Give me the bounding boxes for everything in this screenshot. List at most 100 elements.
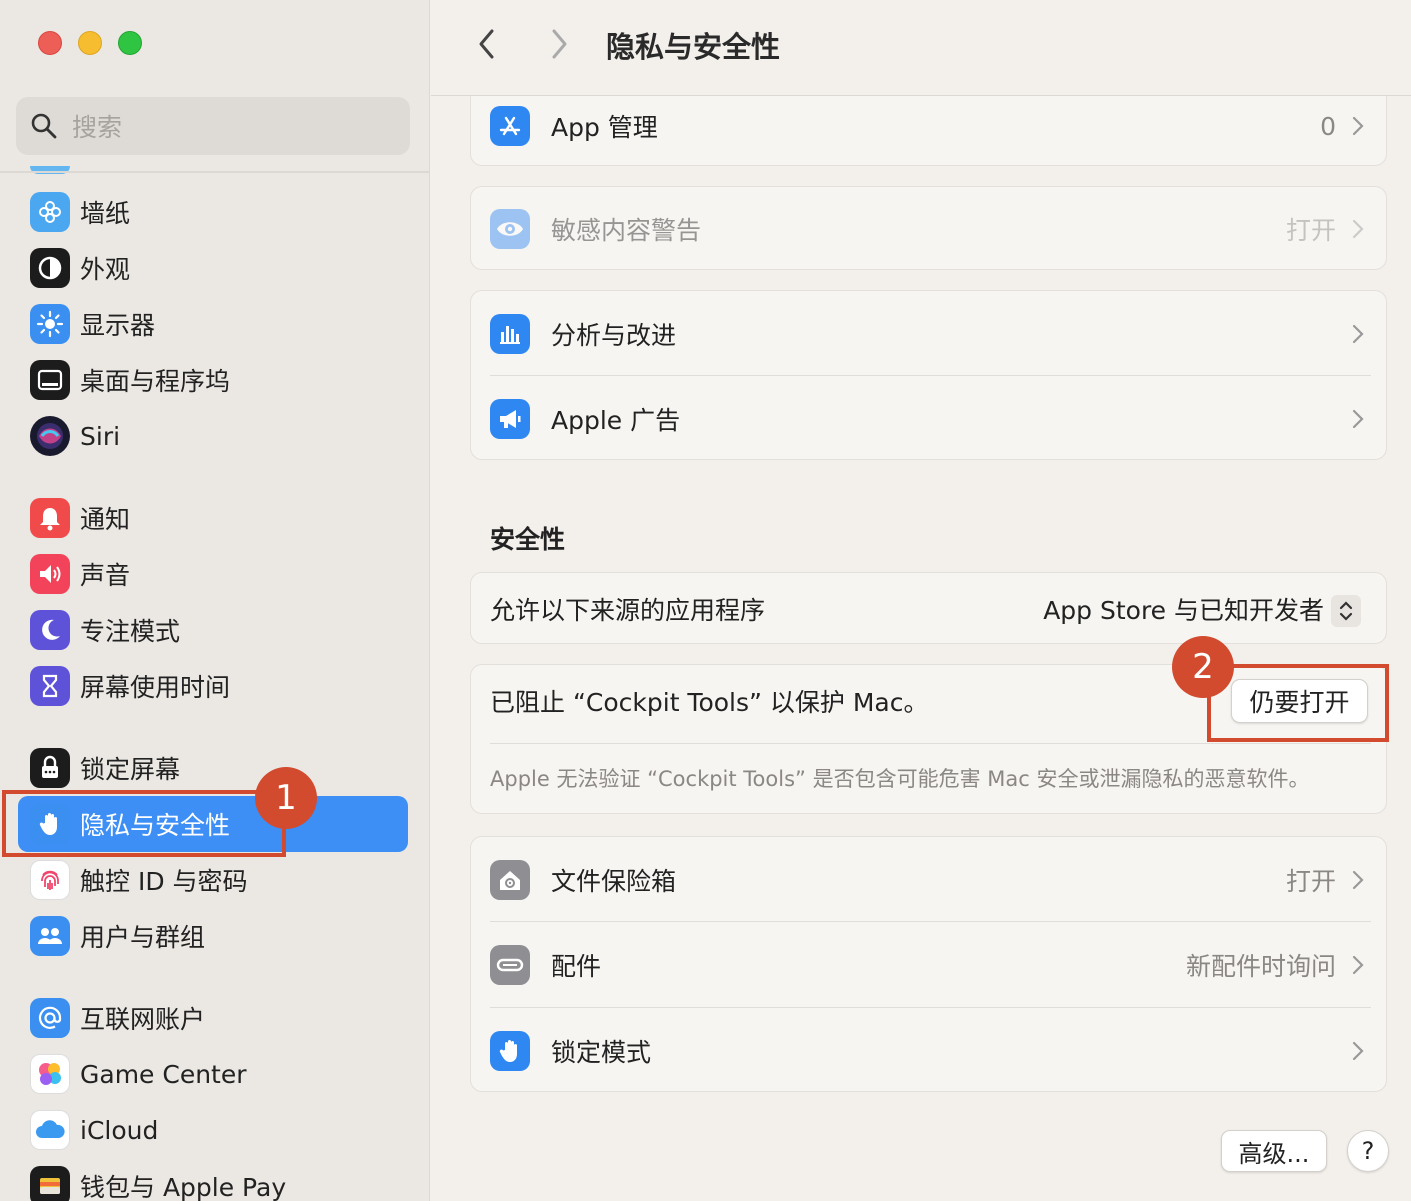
chevron-right-icon [1352,409,1364,429]
zoom-window-button[interactable] [118,31,142,55]
desktop-dock-icon [30,360,70,400]
allow-apps-label: 允许以下来源的应用程序 [490,596,766,625]
chevron-right-icon [1352,116,1364,136]
row-label: 锁定模式 [551,1038,652,1067]
house-safe-icon [490,860,530,900]
sidebar-item-siri[interactable]: Siri [18,408,408,464]
security-options-card: 文件保险箱 打开 配件 新配件时询问 锁定模式 [470,836,1387,1092]
sidebar-item-label: 通知 [80,505,131,534]
forward-button[interactable] [541,26,577,62]
sidebar-item-sound[interactable]: 声音 [18,546,408,602]
hand-icon [490,1031,530,1071]
sidebar-item-game-center[interactable]: Game Center [18,1046,408,1102]
sidebar-item-display[interactable]: 显示器 [18,296,408,352]
moon-icon [30,610,70,650]
file-vault-row[interactable]: 文件保险箱 打开 [471,837,1388,923]
sidebar-item-label: 互联网账户 [80,1005,206,1034]
hourglass-icon [30,666,70,706]
row-value: 打开 [1285,867,1336,896]
back-button[interactable] [469,26,505,62]
blocked-app-hint: Apple 无法验证 “Cockpit Tools” 是否包含可能危害 Mac … [490,767,1310,791]
icloud-icon [30,1110,70,1150]
sidebar-item-icloud[interactable]: iCloud [18,1102,408,1158]
annotation-box-1 [2,790,286,857]
sidebar-item-label: 显示器 [80,311,156,340]
sidebar-item-internet-accounts[interactable]: 互联网账户 [18,990,408,1046]
window-controls [38,31,142,55]
speaker-icon [30,554,70,594]
sidebar-item-label: 用户与群组 [80,923,206,952]
sidebar-item-wallet[interactable]: 钱包与 Apple Pay [18,1158,408,1201]
sidebar-item-label: 屏幕使用时间 [80,673,231,702]
sensitive-content-card: 敏感内容警告 打开 [470,186,1387,270]
analytics-ads-card: 分析与改进 Apple 广告 [470,290,1387,460]
apple-ads-row[interactable]: Apple 广告 [471,376,1388,462]
sidebar: 搜索 墙纸 外观 显示器 桌面与程序坞 Siri 通知 声音 专注模式 屏幕使用… [0,0,430,1201]
sidebar-item-label: 外观 [80,255,131,284]
sidebar-item-notifications[interactable]: 通知 [18,490,408,546]
lockdown-mode-row[interactable]: 锁定模式 [471,1008,1388,1094]
lock-icon [30,748,70,788]
sidebar-item-label: 钱包与 Apple Pay [80,1173,287,1201]
siri-icon [30,416,70,456]
row-divider [490,743,1371,744]
sidebar-item-users-groups[interactable]: 用户与群组 [18,908,408,964]
sidebar-item-label: Siri [80,421,121,451]
appearance-icon [30,248,70,288]
help-button[interactable]: ? [1347,1130,1389,1172]
sidebar-divider [0,171,430,173]
toolbar: 隐私与安全性 [431,0,1411,96]
bar-chart-icon [490,314,530,354]
sidebar-item-focus[interactable]: 专注模式 [18,602,408,658]
chevron-right-icon [1352,324,1364,344]
search-field[interactable]: 搜索 [16,97,410,155]
sidebar-item-touch-id[interactable]: 触控 ID 与密码 [18,852,408,908]
usb-c-icon [490,945,530,985]
chevron-right-icon [1352,219,1364,239]
advanced-button[interactable]: 高级... [1221,1130,1327,1172]
row-label: 敏感内容警告 [551,216,702,245]
sidebar-item-label: 触控 ID 与密码 [80,867,248,896]
chevron-right-icon [1352,1041,1364,1061]
annotation-badge-1: 1 [255,767,317,829]
main-pane: 隐私与安全性 App 管理 0 敏感内容警告 打开 分析与改进 Apple 广告… [431,0,1411,1201]
sidebar-item-screen-time[interactable]: 屏幕使用时间 [18,658,408,714]
minimize-window-button[interactable] [78,31,102,55]
search-icon [31,113,57,139]
row-label: App 管理 [551,113,658,142]
close-window-button[interactable] [38,31,62,55]
search-placeholder: 搜索 [72,113,123,142]
annotation-box-2 [1207,664,1389,742]
page-title: 隐私与安全性 [606,30,781,64]
sensitive-content-row[interactable]: 敏感内容警告 打开 [471,186,1388,272]
row-value: 新配件时询问 [1185,952,1336,981]
megaphone-icon [490,399,530,439]
allow-apps-value[interactable]: App Store 与已知开发者 [1043,591,1324,627]
blocked-app-text: 已阻止 “Cockpit Tools” 以保护 Mac。 [490,688,929,717]
app-store-icon [490,106,530,146]
sidebar-item-label: 专注模式 [80,617,181,646]
annotation-badge-2: 2 [1172,636,1234,698]
fingerprint-icon [30,860,70,900]
sidebar-item-appearance[interactable]: 外观 [18,240,408,296]
sidebar-item-lock-screen[interactable]: 锁定屏幕 [18,740,408,796]
sidebar-item-wallpaper[interactable]: 墙纸 [18,184,408,240]
chevron-right-icon [1352,955,1364,975]
analytics-row[interactable]: 分析与改进 [471,291,1388,377]
sidebar-item-label: 墙纸 [80,199,131,228]
chevron-right-icon [1352,870,1364,890]
row-value: 0 [1320,111,1336,141]
chevron-left-icon [479,29,494,59]
sidebar-item-desktop-dock[interactable]: 桌面与程序坞 [18,352,408,408]
sidebar-item-label: 声音 [80,561,131,590]
chevron-up-down-icon [1339,601,1353,621]
wallpaper-icon [30,192,70,232]
users-icon [30,916,70,956]
accessories-row[interactable]: 配件 新配件时询问 [471,922,1388,1008]
bell-icon [30,498,70,538]
chevron-right-icon [552,29,567,59]
source-popup-button[interactable] [1331,595,1361,627]
display-icon [30,304,70,344]
row-label: 配件 [551,952,602,981]
sidebar-item-label: iCloud [80,1115,159,1145]
